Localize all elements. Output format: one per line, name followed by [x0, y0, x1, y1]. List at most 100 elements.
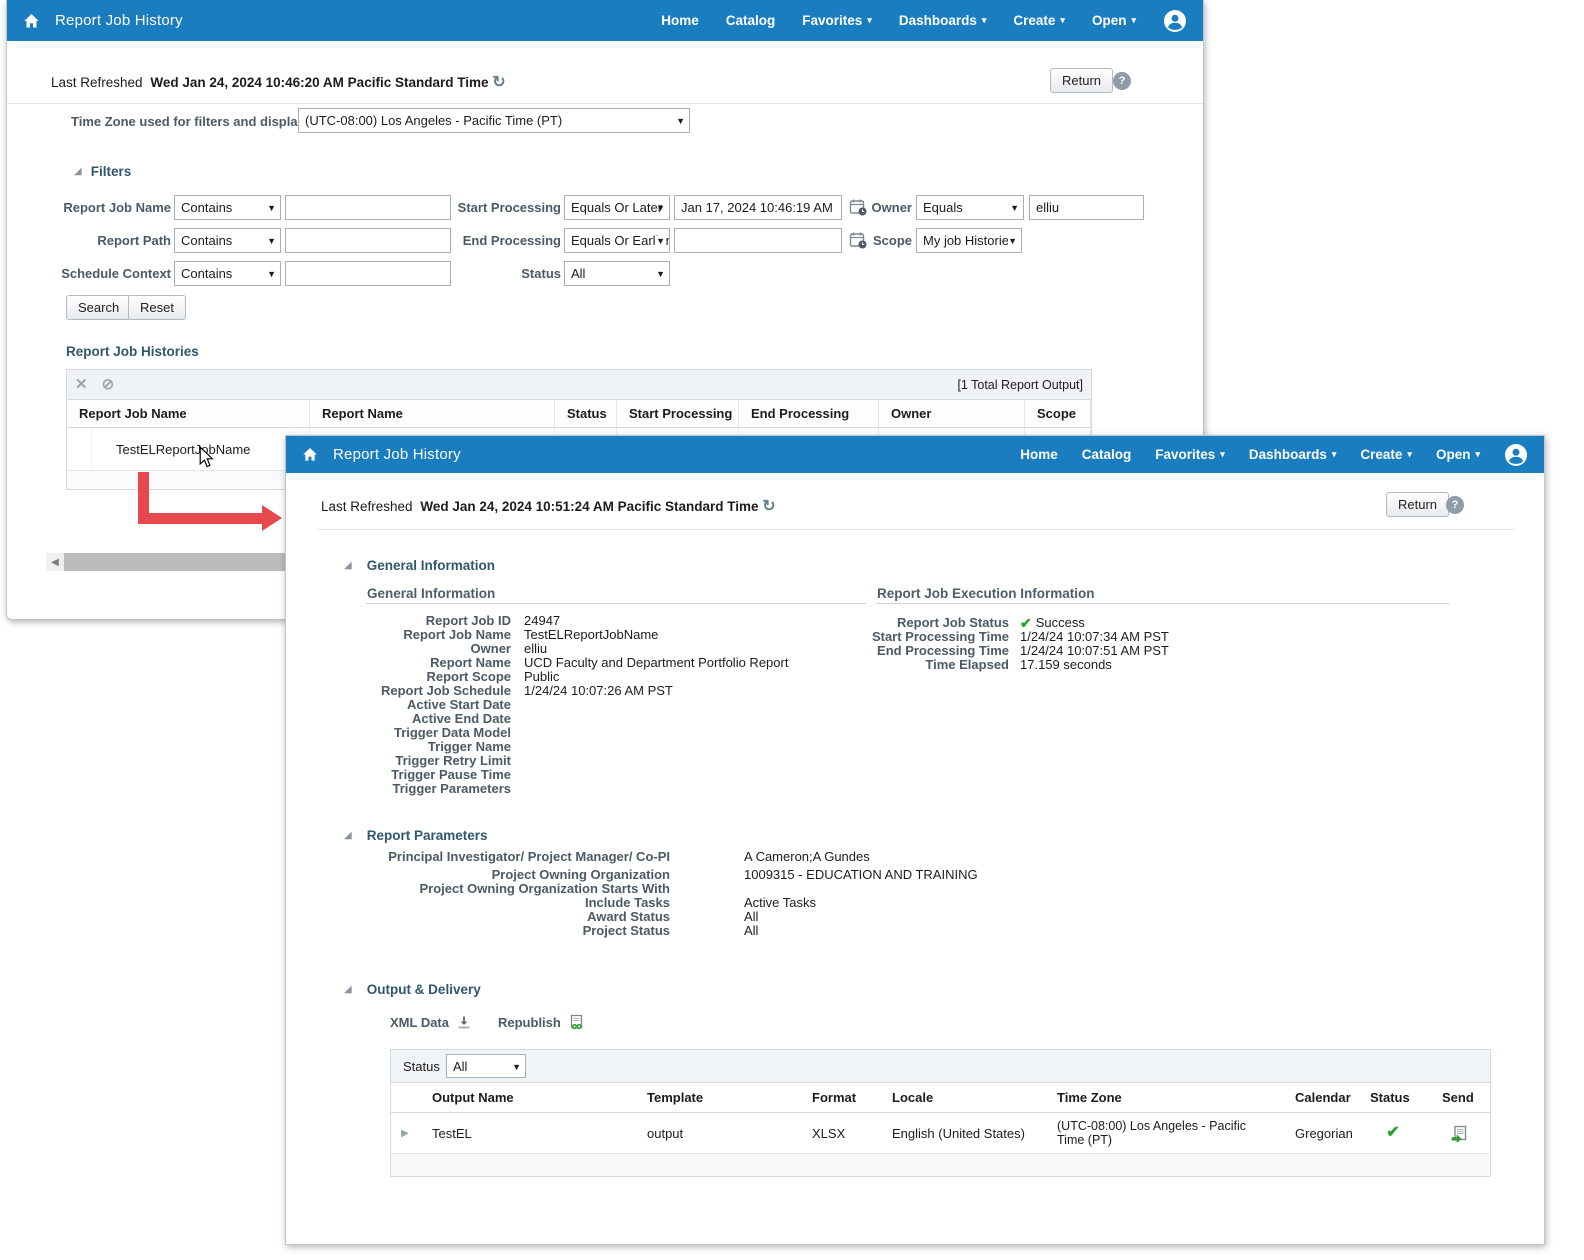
nav-item-dashboards[interactable]: Dashboards▾: [899, 13, 987, 28]
owner-operator-select[interactable]: Equals▼: [916, 195, 1024, 220]
filters-section-header[interactable]: ◢ Filters: [74, 164, 131, 179]
end-processing-operator-select[interactable]: Equals Or Earlier▼: [564, 228, 670, 253]
scope-select[interactable]: My job Histories▼: [916, 228, 1022, 253]
annotation-arrow-head: [262, 505, 282, 531]
field-value: TestELReportJobName: [524, 628, 658, 642]
republish-link[interactable]: Republish: [498, 1014, 585, 1031]
page-title: Report Job History: [333, 446, 461, 463]
return-button[interactable]: Return: [1386, 492, 1449, 517]
help-icon[interactable]: ?: [1113, 72, 1131, 90]
mouse-cursor: [196, 446, 216, 468]
column-header[interactable]: Time Zone: [1044, 1083, 1282, 1112]
param-value: All: [744, 924, 758, 938]
chevron-down-icon: ▼: [656, 203, 665, 213]
nav-item-create[interactable]: Create▾: [1013, 13, 1065, 28]
schedule-context-operator-select[interactable]: Contains▼: [174, 261, 281, 286]
nav-item-open[interactable]: Open▾: [1436, 447, 1480, 462]
chevron-down-icon: ▾: [982, 16, 987, 25]
nav-item-catalog[interactable]: Catalog: [1082, 447, 1132, 462]
nav-item-create[interactable]: Create▾: [1360, 447, 1412, 462]
column-header[interactable]: Format: [799, 1083, 879, 1112]
nav-item-home[interactable]: Home: [661, 13, 699, 28]
field-label: Start Processing Time: [776, 630, 1009, 644]
chevron-down-icon: ▼: [267, 203, 276, 213]
column-header[interactable]: Template: [634, 1083, 799, 1112]
start-processing-label: Start Processing: [387, 200, 561, 215]
refresh-icon[interactable]: ↻: [492, 74, 505, 91]
field-label: Owner: [286, 642, 511, 656]
end-processing-date-input[interactable]: [674, 228, 842, 253]
expand-column-header: [391, 1083, 419, 1112]
download-icon: [456, 1015, 472, 1031]
output-name-cell: TestEL: [419, 1113, 634, 1153]
general-info-column-title: General Information: [367, 586, 495, 601]
general-information-section-header[interactable]: ◢ General Information: [344, 558, 495, 573]
field-value: Success: [1036, 616, 1085, 630]
status-select[interactable]: All▼: [564, 261, 670, 286]
last-refreshed-timestamp: Wed Jan 24, 2024 10:46:20 AM Pacific Sta…: [150, 75, 488, 90]
column-header[interactable]: Report Job Name: [67, 400, 310, 427]
start-processing-date-input[interactable]: [674, 195, 842, 220]
execution-info-fields: Report Job Status✔Success Start Processi…: [776, 616, 1476, 672]
output-status-label: Status: [403, 1059, 440, 1074]
return-button[interactable]: Return: [1050, 68, 1113, 93]
chevron-down-icon: ▾: [1220, 450, 1225, 459]
report-path-operator-select[interactable]: Contains▼: [174, 228, 281, 253]
field-label: Report Name: [286, 656, 511, 670]
chevron-down-icon: ▾: [1407, 450, 1412, 459]
table-header-row: Report Job Name Report Name Status Start…: [67, 400, 1091, 428]
template-cell: output: [634, 1113, 799, 1153]
owner-input[interactable]: [1029, 195, 1144, 220]
column-header[interactable]: End Processing: [739, 400, 879, 427]
chevron-down-icon: ▼: [267, 269, 276, 279]
column-header[interactable]: Status: [555, 400, 617, 427]
chevron-down-icon: ▼: [512, 1062, 521, 1072]
nav-item-catalog[interactable]: Catalog: [726, 13, 776, 28]
column-header[interactable]: Scope: [1025, 400, 1091, 427]
column-header[interactable]: Calendar: [1282, 1083, 1357, 1112]
table-toolbar: ✕ ⊘ [1 Total Report Output]: [67, 370, 1091, 400]
start-processing-operator-select[interactable]: Equals Or Later▼: [564, 195, 670, 220]
row-expand-icon[interactable]: ▶: [401, 1128, 409, 1139]
user-avatar-icon[interactable]: [1504, 443, 1528, 467]
output-status-select[interactable]: All ▼: [446, 1054, 526, 1078]
output-delivery-section-header[interactable]: ◢ Output & Delivery: [344, 982, 481, 997]
user-avatar-icon[interactable]: [1163, 9, 1187, 33]
calendar-cell: Gregorian: [1282, 1113, 1357, 1153]
time-zone-cell: (UTC-08:00) Los Angeles - Pacific Time (…: [1044, 1113, 1282, 1153]
param-label: Project Owning Organization Starts With: [380, 882, 670, 896]
column-header[interactable]: Send: [1429, 1083, 1490, 1112]
home-icon[interactable]: [23, 13, 40, 29]
reset-button[interactable]: Reset: [128, 295, 186, 320]
help-icon[interactable]: ?: [1446, 496, 1464, 514]
field-label: Trigger Name: [286, 740, 511, 754]
scroll-left-arrow-icon[interactable]: ◀: [46, 557, 64, 568]
xml-data-link[interactable]: XML Data: [390, 1015, 472, 1031]
report-parameters-section-header[interactable]: ◢ Report Parameters: [344, 828, 488, 843]
output-table-row[interactable]: ▶ TestEL output XLSX English (United Sta…: [391, 1113, 1490, 1154]
column-header[interactable]: Output Name: [419, 1083, 634, 1112]
chevron-down-icon: ▾: [1332, 450, 1337, 459]
home-icon[interactable]: [302, 447, 318, 462]
cancel-job-icon[interactable]: ⊘: [102, 377, 115, 392]
nav-item-home[interactable]: Home: [1020, 447, 1058, 462]
column-header[interactable]: Owner: [879, 400, 1025, 427]
column-header[interactable]: Locale: [879, 1083, 1044, 1112]
column-header[interactable]: Report Name: [310, 400, 555, 427]
nav-item-favorites[interactable]: Favorites▾: [1155, 447, 1225, 462]
nav-item-open[interactable]: Open▾: [1092, 13, 1136, 28]
column-header[interactable]: Start Processing: [617, 400, 739, 427]
search-button[interactable]: Search: [66, 295, 131, 320]
nav-item-favorites[interactable]: Favorites▾: [802, 13, 872, 28]
param-label: Award Status: [380, 910, 670, 924]
delete-icon[interactable]: ✕: [75, 377, 88, 392]
refresh-icon[interactable]: ↻: [762, 498, 775, 515]
column-header[interactable]: Status: [1357, 1083, 1429, 1112]
timezone-select[interactable]: (UTC-08:00) Los Angeles - Pacific Time (…: [298, 108, 690, 133]
report-job-name-operator-select[interactable]: Contains▼: [174, 195, 281, 220]
section-collapse-icon: ◢: [344, 560, 352, 571]
send-icon[interactable]: [1451, 1125, 1468, 1142]
section-collapse-icon: ◢: [74, 166, 82, 177]
nav-item-dashboards[interactable]: Dashboards▾: [1249, 447, 1337, 462]
last-refreshed: Last Refreshed Wed Jan 24, 2024 10:46:20…: [51, 72, 506, 92]
